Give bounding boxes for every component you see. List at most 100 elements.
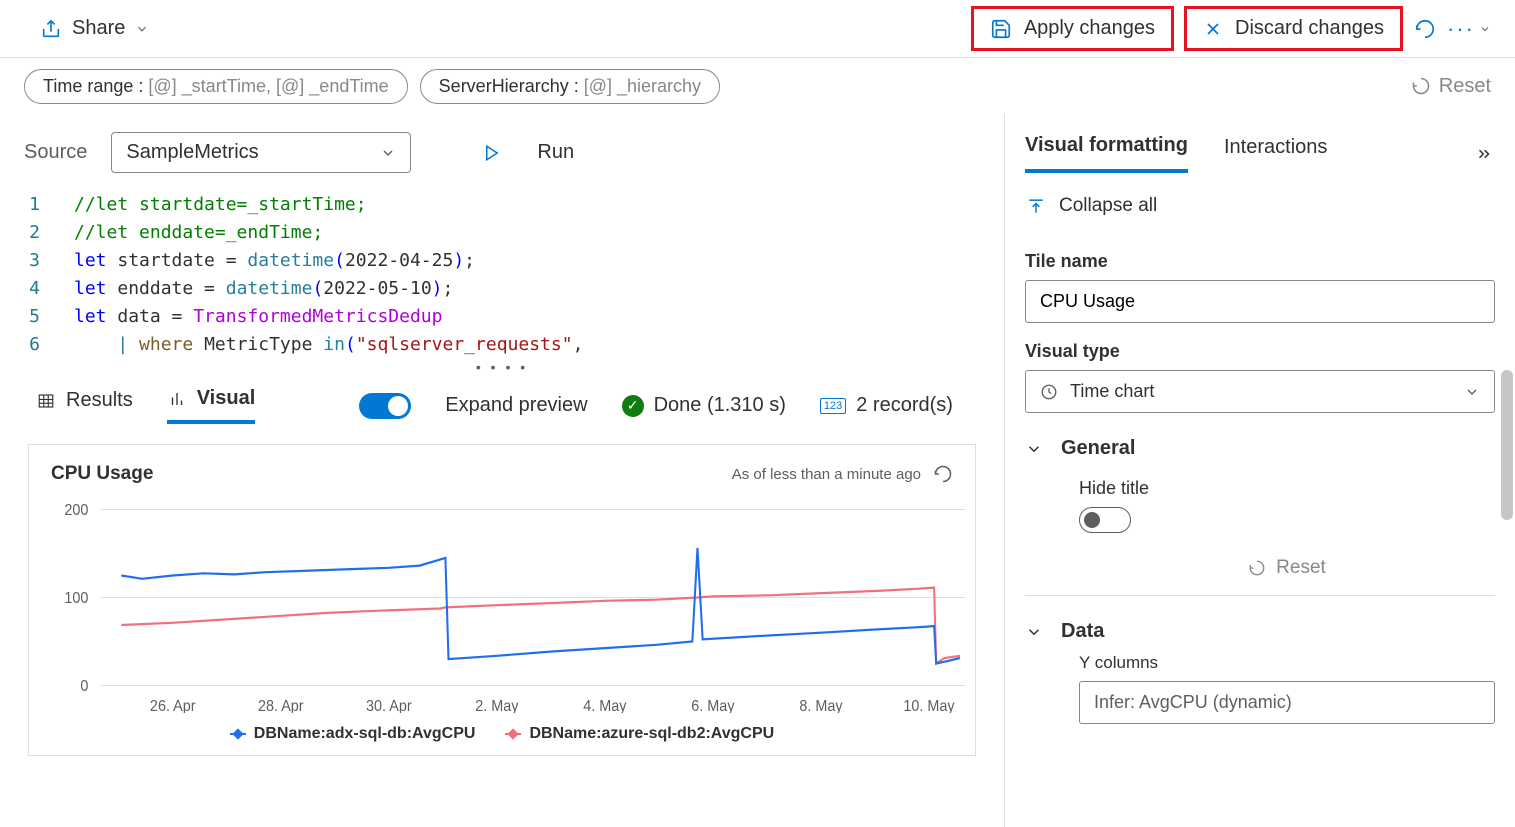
visual-type-label: Visual type	[1025, 341, 1495, 362]
records-label: 2 record(s)	[856, 394, 953, 417]
chevron-down-icon	[1025, 623, 1043, 641]
reset-filters-button[interactable]: Reset	[1411, 75, 1491, 98]
reset-general-button[interactable]: Reset	[1079, 557, 1495, 579]
tab-results[interactable]: Results	[36, 389, 133, 422]
legend-swatch-blue	[230, 733, 246, 735]
chart-refresh-button[interactable]	[933, 464, 953, 484]
legend-item-2[interactable]: DBName:azure-sql-db2:AvgCPU	[505, 725, 774, 743]
more-options-button[interactable]: ···	[1447, 7, 1491, 51]
top-toolbar: Share Apply changes Discard changes ···	[0, 0, 1515, 58]
collapse-all-icon	[1025, 196, 1047, 216]
svg-text:26. Apr: 26. Apr	[150, 698, 196, 713]
refresh-button[interactable]	[1403, 7, 1447, 51]
chart-icon	[167, 390, 187, 408]
tab-visual-label: Visual	[197, 387, 256, 410]
record-count: 123 2 record(s)	[820, 394, 953, 417]
chart-asof: As of less than a minute ago	[732, 466, 921, 483]
tab-interactions[interactable]: Interactions	[1224, 136, 1327, 171]
legend-item-1[interactable]: DBName:adx-sql-db:AvgCPU	[230, 725, 476, 743]
chevron-down-icon	[1025, 440, 1043, 458]
collapse-all-label: Collapse all	[1059, 195, 1157, 217]
chevron-down-icon	[1464, 384, 1480, 400]
legend-label-1: DBName:adx-sql-db:AvgCPU	[254, 725, 476, 743]
svg-text:30. Apr: 30. Apr	[366, 698, 412, 713]
share-label: Share	[72, 17, 125, 40]
svg-text:4. May: 4. May	[583, 698, 627, 713]
reset-general-label: Reset	[1276, 557, 1326, 579]
chevron-down-icon	[380, 145, 396, 161]
tab-visual-formatting[interactable]: Visual formatting	[1025, 134, 1188, 173]
filter-time-range[interactable]: Time range : [@] _startTime, [@] _endTim…	[24, 69, 408, 104]
svg-text:8. May: 8. May	[799, 698, 843, 713]
filter-row: Time range : [@] _startTime, [@] _endTim…	[0, 58, 1515, 114]
pane-splitter[interactable]: • • • •	[0, 359, 1004, 375]
run-label: Run	[537, 141, 574, 164]
visual-type-select[interactable]: Time chart	[1025, 370, 1495, 413]
play-icon	[483, 144, 501, 162]
reset-label: Reset	[1439, 75, 1491, 98]
ycols-label: Y columns	[1025, 653, 1495, 673]
tile-name-input[interactable]	[1025, 280, 1495, 323]
svg-text:200: 200	[64, 503, 88, 520]
code-editor[interactable]: 1//let startdate=_startTime; 2//let endd…	[0, 191, 1004, 359]
filter-server-hierarchy[interactable]: ServerHierarchy : [@] _hierarchy	[420, 69, 720, 104]
svg-text:10. May: 10. May	[903, 698, 955, 713]
hide-title-toggle[interactable]	[1079, 507, 1131, 533]
table-icon	[36, 392, 56, 410]
visual-type-value: Time chart	[1070, 381, 1154, 402]
filter-time-range-value: [@] _startTime, [@] _endTime	[148, 76, 388, 96]
legend-swatch-red	[505, 733, 521, 735]
legend-label-2: DBName:azure-sql-db2:AvgCPU	[529, 725, 774, 743]
close-icon	[1203, 19, 1223, 39]
discard-changes-label: Discard changes	[1235, 17, 1384, 40]
tile-name-label: Tile name	[1025, 251, 1495, 272]
collapse-all-button[interactable]: Collapse all	[1005, 173, 1515, 225]
ycols-value: Infer: AvgCPU (dynamic)	[1094, 692, 1292, 712]
svg-text:100: 100	[64, 591, 88, 608]
formatting-panel: Visual formatting Interactions Collapse …	[1005, 114, 1515, 827]
source-label: Source	[24, 141, 87, 164]
apply-changes-button[interactable]: Apply changes	[971, 6, 1174, 51]
source-select[interactable]: SampleMetrics	[111, 132, 411, 173]
collapse-panel-button[interactable]	[1473, 145, 1495, 163]
result-tabs: Results Visual Expand preview ✓ Done (1.…	[0, 375, 1004, 424]
records-badge-icon: 123	[820, 398, 846, 414]
chart-legend: DBName:adx-sql-db:AvgCPU DBName:azure-sq…	[39, 725, 965, 743]
status-label: Done (1.310 s)	[654, 394, 786, 417]
chevron-down-icon	[135, 22, 149, 36]
query-status: ✓ Done (1.310 s)	[622, 394, 786, 417]
source-selected: SampleMetrics	[126, 141, 258, 164]
filter-time-range-label: Time range :	[43, 76, 143, 96]
share-icon	[40, 18, 62, 40]
svg-text:28. Apr: 28. Apr	[258, 698, 304, 713]
svg-text:6. May: 6. May	[691, 698, 735, 713]
clock-icon	[1040, 383, 1058, 401]
apply-changes-label: Apply changes	[1024, 17, 1155, 40]
filter-hierarchy-label: ServerHierarchy :	[439, 76, 579, 96]
share-button[interactable]: Share	[40, 17, 149, 40]
hide-title-label: Hide title	[1079, 478, 1495, 499]
chart-title: CPU Usage	[51, 463, 153, 485]
tab-visual[interactable]: Visual	[167, 387, 256, 424]
discard-changes-button[interactable]: Discard changes	[1184, 6, 1403, 51]
run-button[interactable]: Run	[483, 141, 574, 164]
filter-hierarchy-value: [@] _hierarchy	[584, 76, 701, 96]
tab-results-label: Results	[66, 389, 133, 412]
section-data[interactable]: Data	[1025, 620, 1495, 643]
save-icon	[990, 18, 1012, 40]
data-label: Data	[1061, 620, 1104, 643]
svg-text:2. May: 2. May	[475, 698, 519, 713]
chart-tile: CPU Usage As of less than a minute ago 2…	[28, 444, 976, 756]
expand-preview-label: Expand preview	[445, 394, 587, 417]
general-label: General	[1061, 437, 1135, 460]
chart-plot[interactable]: 200 100 0 26. Apr 28. Apr 30. Apr 2. May…	[39, 493, 965, 713]
query-pane: Source SampleMetrics Run 1//let startdat…	[0, 114, 1005, 827]
panel-tabs: Visual formatting Interactions	[1005, 114, 1515, 173]
scrollbar-thumb[interactable]	[1501, 370, 1513, 520]
svg-text:0: 0	[80, 679, 88, 696]
check-icon: ✓	[622, 395, 644, 417]
ycols-select[interactable]: Infer: AvgCPU (dynamic)	[1079, 681, 1495, 724]
source-row: Source SampleMetrics Run	[0, 114, 1004, 191]
expand-preview-toggle[interactable]	[359, 393, 411, 419]
section-general[interactable]: General	[1025, 437, 1495, 460]
